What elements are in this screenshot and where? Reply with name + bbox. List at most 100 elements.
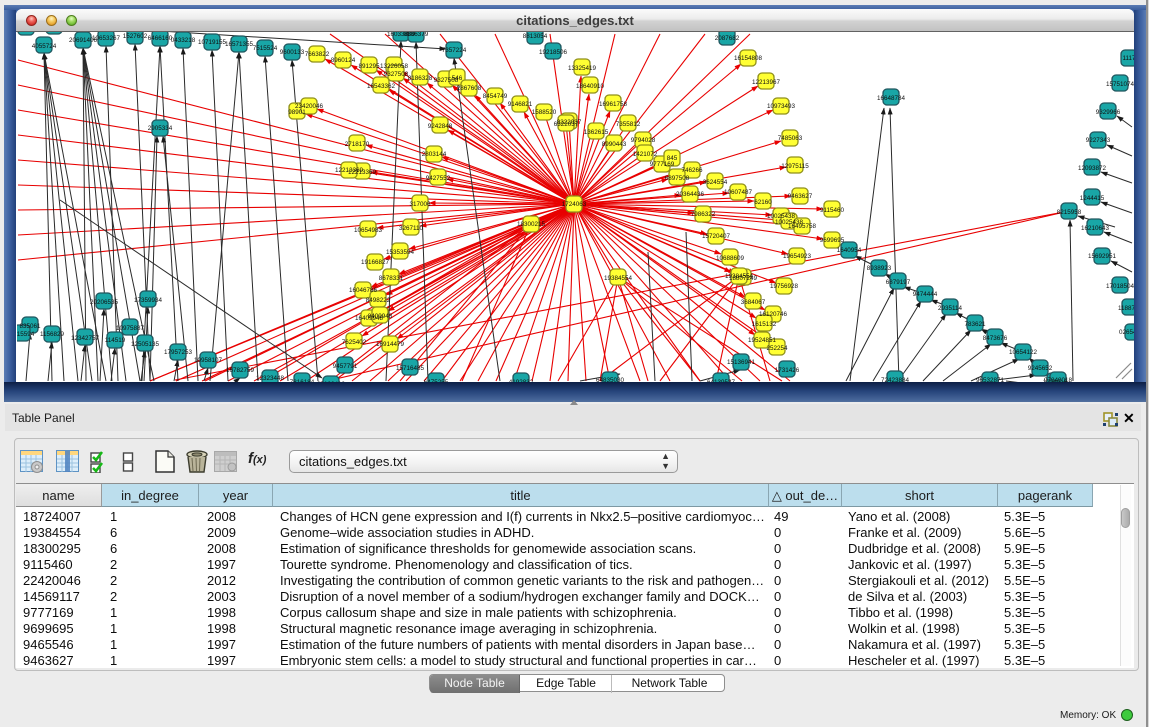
- svg-text:12213369: 12213369: [335, 167, 364, 174]
- svg-text:9457791: 9457791: [333, 363, 358, 370]
- svg-text:18640910: 18640910: [576, 83, 605, 90]
- svg-text:9227343: 9227343: [1086, 137, 1111, 144]
- svg-text:8960124: 8960124: [331, 57, 356, 64]
- svg-text:9794028: 9794028: [631, 137, 656, 144]
- svg-text:12342757: 12342757: [71, 335, 100, 342]
- svg-text:20206535: 20206535: [90, 299, 119, 306]
- svg-text:16571355: 16571355: [225, 41, 254, 48]
- svg-text:16543362: 16543362: [367, 83, 396, 90]
- svg-text:1615132: 1615132: [752, 321, 777, 328]
- svg-text:7355812: 7355812: [616, 121, 641, 128]
- svg-text:10975887: 10975887: [116, 325, 145, 332]
- svg-text:18300215: 18300215: [517, 221, 546, 228]
- svg-text:6897508: 6897508: [665, 175, 690, 182]
- svg-text:9327508: 9327508: [384, 71, 409, 78]
- svg-text:1527602: 1527602: [123, 33, 148, 40]
- svg-text:16961758: 16961758: [599, 101, 628, 108]
- svg-text:15720407: 15720407: [702, 233, 731, 240]
- svg-text:12505135: 12505135: [131, 341, 160, 348]
- svg-text:16648784: 16648784: [877, 95, 906, 102]
- svg-text:19756928: 19756928: [770, 283, 799, 290]
- svg-text:19384554: 19384554: [725, 273, 754, 280]
- svg-text:8454749: 8454749: [483, 93, 508, 100]
- svg-text:8990443: 8990443: [602, 141, 627, 148]
- svg-text:252254: 252254: [766, 345, 788, 352]
- svg-text:17359934: 17359934: [134, 297, 163, 304]
- svg-text:15692951: 15692951: [1088, 253, 1117, 260]
- svg-text:1640954: 1640954: [837, 247, 862, 254]
- svg-text:02654235: 02654235: [1119, 329, 1134, 336]
- svg-text:16782759: 16782759: [226, 367, 255, 374]
- svg-text:4055724: 4055724: [32, 43, 57, 50]
- svg-text:1615594: 1615594: [17, 331, 35, 338]
- svg-text:2803144: 2803144: [422, 151, 447, 158]
- svg-text:3624554: 3624554: [703, 179, 728, 186]
- svg-text:1362615: 1362615: [584, 129, 609, 136]
- svg-text:16120746: 16120746: [759, 311, 788, 318]
- svg-text:15136941: 15136941: [727, 359, 756, 366]
- svg-text:8386379: 8386379: [404, 32, 429, 38]
- svg-text:3684067: 3684067: [741, 299, 766, 306]
- svg-text:835061: 835061: [19, 323, 41, 330]
- svg-text:546: 546: [452, 75, 463, 82]
- svg-text:17957253: 17957253: [164, 349, 193, 356]
- svg-text:1421072: 1421072: [633, 151, 658, 158]
- svg-text:8473676: 8473676: [983, 335, 1008, 342]
- svg-text:15716485: 15716485: [396, 365, 425, 372]
- svg-text:8498222: 8498222: [366, 297, 391, 304]
- svg-text:8938923: 8938923: [867, 265, 892, 272]
- svg-text:7625402: 7625402: [342, 339, 367, 346]
- svg-text:10654983: 10654983: [354, 227, 383, 234]
- svg-text:16914479: 16914479: [376, 341, 405, 348]
- svg-text:98901: 98901: [288, 109, 306, 116]
- svg-text:114519: 114519: [105, 337, 126, 344]
- svg-text:10653267: 10653267: [92, 35, 121, 42]
- svg-text:10688609: 10688609: [716, 255, 745, 262]
- svg-text:845: 845: [667, 155, 678, 162]
- svg-text:15353594: 15353594: [386, 249, 415, 256]
- svg-text:7986322: 7986322: [691, 211, 716, 218]
- svg-text:9146821: 9146821: [508, 101, 533, 108]
- svg-text:7515524: 7515524: [253, 45, 278, 52]
- svg-text:19218506: 19218506: [539, 49, 568, 56]
- svg-text:8409948: 8409948: [368, 313, 393, 320]
- svg-text:9115460: 9115460: [820, 207, 845, 214]
- svg-text:2087682: 2087682: [715, 35, 740, 42]
- svg-text:16495758: 16495758: [788, 223, 817, 230]
- svg-text:9463627: 9463627: [788, 193, 813, 200]
- svg-text:19166827: 19166827: [361, 259, 390, 266]
- svg-text:1731426: 1731426: [775, 367, 800, 374]
- svg-text:1724063: 1724063: [562, 201, 587, 208]
- svg-text:62160: 62160: [754, 199, 772, 206]
- svg-text:15751074: 15751074: [1106, 81, 1134, 88]
- svg-text:16154808: 16154808: [734, 55, 763, 62]
- svg-text:317006: 317006: [409, 201, 431, 208]
- svg-text:7357224: 7357224: [442, 47, 467, 54]
- svg-text:19654923: 19654923: [783, 253, 812, 260]
- svg-text:19524851: 19524851: [748, 337, 777, 344]
- svg-text:12323448: 12323448: [256, 375, 285, 382]
- svg-text:0433218: 0433218: [171, 37, 196, 44]
- svg-text:9474444: 9474444: [913, 291, 938, 298]
- svg-text:20364436: 20364436: [676, 191, 705, 198]
- svg-text:9600133: 9600133: [280, 49, 305, 56]
- svg-text:10607487: 10607487: [724, 189, 753, 196]
- svg-text:8813054: 8813054: [523, 33, 548, 40]
- svg-text:1188753: 1188753: [1118, 305, 1134, 312]
- svg-text:2935114: 2935114: [938, 305, 963, 312]
- svg-text:9245652: 9245652: [1028, 365, 1053, 372]
- svg-text:12213967: 12213967: [752, 79, 781, 86]
- svg-text:7485063: 7485063: [778, 135, 803, 142]
- svg-text:9427552: 9427552: [426, 175, 451, 182]
- svg-text:16046786: 16046786: [349, 287, 378, 294]
- svg-text:891295: 891295: [358, 63, 380, 70]
- svg-text:23420046: 23420046: [295, 103, 324, 110]
- svg-text:9777169: 9777169: [650, 161, 675, 168]
- svg-text:13226058: 13226058: [380, 63, 409, 70]
- svg-text:1244415: 1244415: [1080, 195, 1105, 202]
- svg-text:10719155: 10719155: [198, 39, 227, 46]
- svg-text:2867608: 2867608: [457, 85, 482, 92]
- svg-text:783621: 783621: [964, 321, 986, 328]
- svg-text:8215958: 8215958: [1057, 209, 1082, 216]
- svg-text:746266: 746266: [681, 167, 703, 174]
